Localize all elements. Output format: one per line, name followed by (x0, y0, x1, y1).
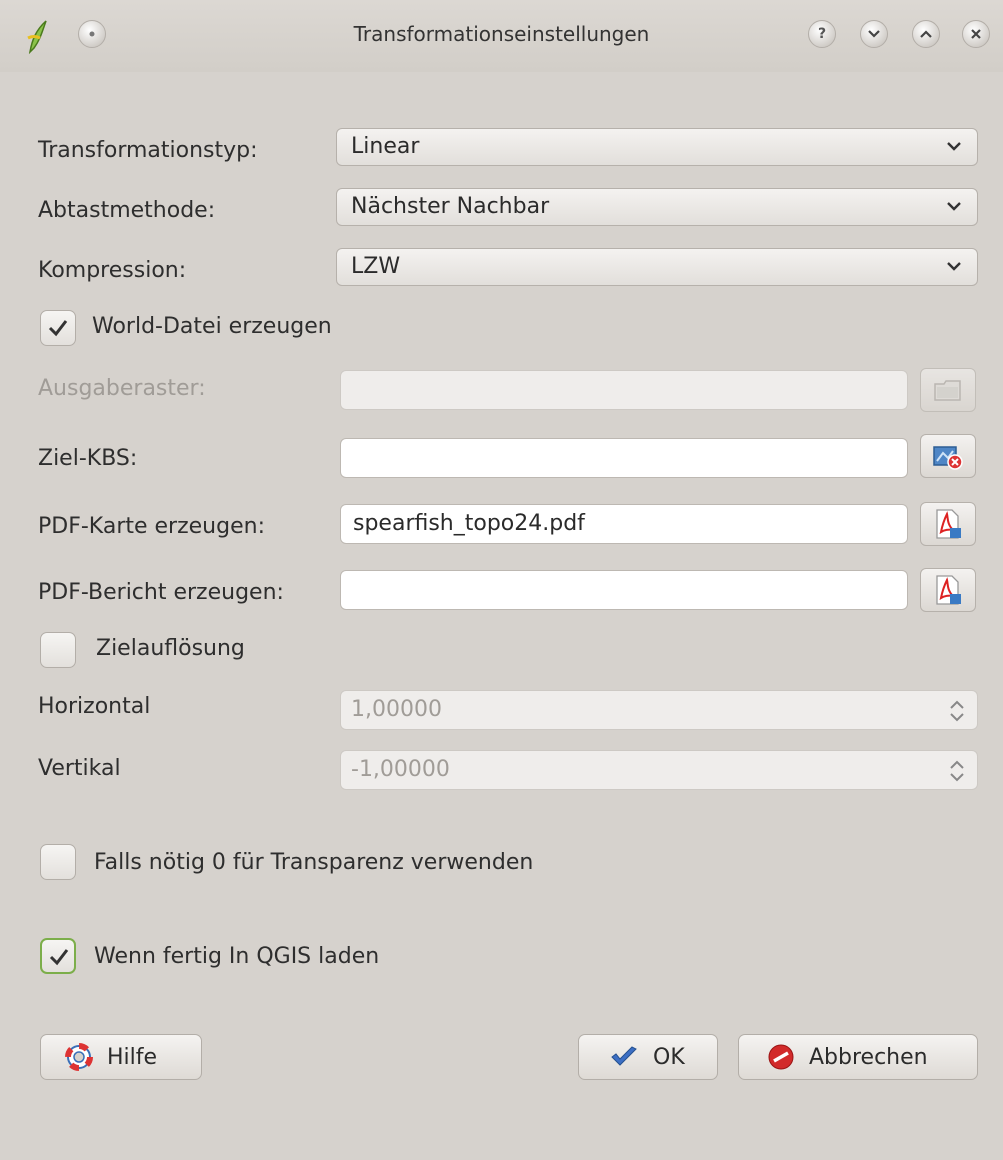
target-resolution-label: Zielauflösung (96, 636, 245, 661)
window-title: Transformationseinstellungen (353, 22, 650, 46)
chevron-down-icon (947, 142, 961, 151)
spin-arrows-icon (950, 700, 964, 722)
compression-select[interactable]: LZW (336, 248, 978, 286)
pdf-file-icon (936, 575, 961, 605)
help-button-label: Hilfe (107, 1044, 158, 1070)
pdf-report-field[interactable] (340, 570, 908, 610)
spin-arrows-icon (950, 760, 964, 782)
cancel-button-label: Abbrechen (809, 1044, 928, 1070)
checkmark-icon (49, 949, 69, 966)
browse-pdf-map-button[interactable] (920, 502, 976, 546)
close-icon[interactable] (962, 20, 990, 48)
ok-button[interactable]: OK (578, 1034, 718, 1080)
resampling-select[interactable]: Nächster Nachbar (336, 188, 978, 226)
resampling-value: Nächster Nachbar (351, 194, 550, 219)
folder-icon (934, 380, 961, 401)
pdf-file-icon (936, 509, 961, 539)
select-crs-button[interactable] (920, 434, 976, 478)
load-in-qgis-checkbox[interactable] (40, 938, 76, 974)
minimize-icon[interactable] (860, 20, 888, 48)
output-raster-field (340, 370, 908, 410)
pdf-report-label: PDF-Bericht erzeugen: (38, 580, 284, 605)
pdf-map-field[interactable]: spearfish_topo24.pdf (340, 504, 908, 544)
vertical-label: Vertikal (38, 756, 121, 781)
output-raster-label: Ausgaberaster: (38, 376, 206, 401)
pdf-map-label: PDF-Karte erzeugen: (38, 514, 265, 539)
transformation-type-value: Linear (351, 134, 420, 159)
target-resolution-checkbox[interactable] (40, 632, 76, 668)
vertical-value: -1,00000 (351, 757, 450, 782)
world-file-label: World-Datei erzeugen (92, 314, 332, 339)
world-file-checkbox[interactable] (40, 310, 76, 346)
crs-selector-icon (933, 446, 963, 470)
pdf-map-value: spearfish_topo24.pdf (353, 511, 585, 536)
vertical-spinbox: -1,00000 (340, 750, 978, 790)
compression-value: LZW (351, 254, 401, 279)
horizontal-label: Horizontal (38, 694, 151, 719)
help-glyph: ? (817, 26, 827, 42)
target-crs-field[interactable] (340, 438, 908, 478)
cancel-icon (767, 1043, 795, 1071)
title-bar: Transformationseinstellungen ? (0, 0, 1003, 72)
chevron-down-icon (947, 202, 961, 211)
browse-pdf-report-button[interactable] (920, 568, 976, 612)
compression-label: Kompression: (38, 258, 187, 283)
transparency-checkbox[interactable] (40, 844, 76, 880)
browse-output-button (920, 368, 976, 412)
load-in-qgis-label: Wenn fertig In QGIS laden (94, 944, 380, 969)
horizontal-value: 1,00000 (351, 697, 442, 722)
cancel-button[interactable]: Abbrechen (738, 1034, 978, 1080)
maximize-icon[interactable] (912, 20, 940, 48)
ok-button-label: OK (653, 1044, 685, 1070)
transformation-type-select[interactable]: Linear (336, 128, 978, 166)
checkmark-icon (48, 320, 68, 337)
horizontal-spinbox: 1,00000 (340, 690, 978, 730)
transformation-type-label: Transformationstyp: (38, 138, 258, 163)
help-button[interactable]: Hilfe (40, 1034, 202, 1080)
chevron-down-icon (947, 262, 961, 271)
transformation-settings-dialog: Transformationseinstellungen ? Transform… (0, 0, 1003, 1160)
target-crs-label: Ziel-KBS: (38, 446, 138, 471)
check-icon (609, 1045, 639, 1069)
help-icon[interactable]: ? (808, 20, 836, 48)
transparency-label: Falls nötig 0 für Transparenz verwenden (94, 850, 534, 875)
lifebuoy-icon (65, 1043, 93, 1071)
resampling-label: Abtastmethode: (38, 198, 216, 223)
